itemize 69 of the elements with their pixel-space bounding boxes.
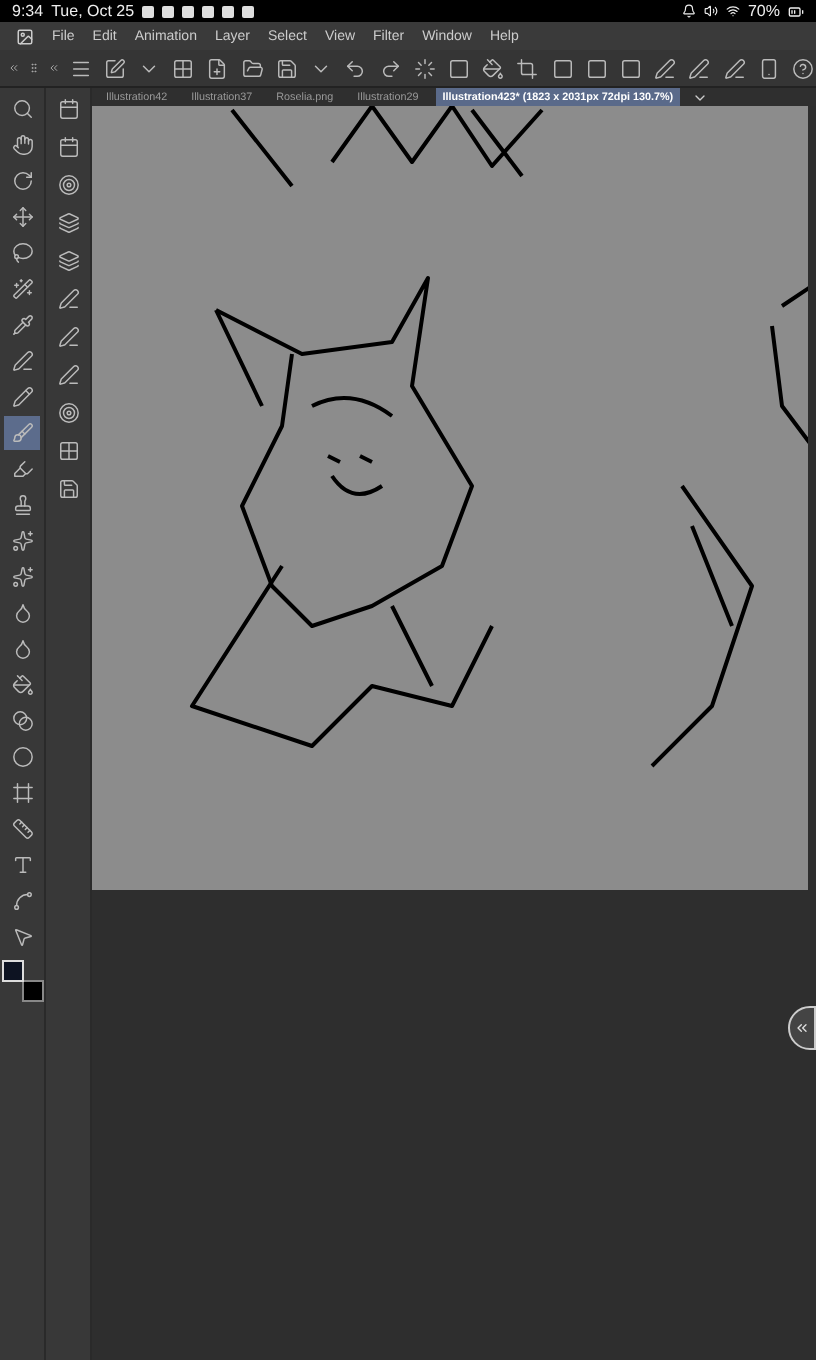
layers-icon	[57, 212, 79, 234]
sparkle-icon	[11, 566, 33, 588]
clock: 9:34	[12, 2, 44, 20]
spinner-icon	[413, 57, 436, 79]
wand-icon	[11, 278, 33, 300]
redo-icon	[379, 57, 401, 79]
sub-color-swatch[interactable]	[22, 980, 44, 1002]
drop-icon	[11, 602, 33, 624]
pen-icon	[57, 326, 79, 348]
collapse-icon[interactable]	[8, 60, 20, 76]
ruler-icon	[11, 818, 33, 840]
sound-icon	[703, 4, 718, 18]
folder-icon	[241, 57, 264, 79]
bucket-icon	[11, 674, 33, 696]
frame-icon	[11, 782, 33, 804]
battery-level: 70%	[747, 2, 780, 20]
lasso-icon	[11, 242, 33, 264]
search-icon	[11, 98, 33, 120]
text-icon	[11, 854, 33, 876]
date: Tue, Oct 25	[51, 2, 135, 20]
pen-icon	[57, 364, 79, 386]
canvas[interactable]	[92, 106, 808, 890]
circle-icon	[11, 746, 33, 768]
wifi-icon	[725, 4, 740, 18]
target-icon	[57, 174, 79, 196]
move-icon	[11, 206, 33, 228]
panel-handle[interactable]	[788, 1006, 816, 1050]
help-icon	[791, 57, 814, 79]
grid-icon	[172, 57, 195, 79]
undo-icon	[344, 57, 367, 79]
bucket-icon	[482, 57, 505, 79]
marker-icon	[11, 458, 33, 480]
layers-icon	[57, 250, 79, 272]
new-file-icon	[206, 57, 229, 79]
drop-icon	[11, 638, 33, 660]
pen-icon	[688, 57, 711, 79]
square-icon	[619, 57, 642, 79]
square-icon	[447, 57, 470, 79]
collapse-icon[interactable]	[47, 60, 60, 76]
phone-icon	[757, 57, 780, 79]
pen-icon	[654, 57, 677, 79]
collapse-icon	[794, 1020, 810, 1036]
square-icon	[585, 57, 608, 79]
menu-icon	[69, 57, 92, 79]
rotate-icon	[11, 170, 33, 192]
calendar-icon	[57, 136, 79, 158]
crop-icon	[516, 57, 539, 79]
hand-icon	[11, 134, 33, 156]
brush-icon	[11, 422, 33, 444]
eyedropper-icon	[11, 314, 33, 336]
save-icon	[57, 478, 79, 500]
save-icon	[275, 57, 298, 79]
square-icon	[551, 57, 574, 79]
pencil-icon	[11, 386, 33, 408]
sparkle-icon	[11, 530, 33, 552]
pen-icon	[57, 288, 79, 310]
curve-icon	[11, 890, 33, 912]
pen-icon	[11, 350, 33, 372]
battery-icon	[788, 3, 804, 19]
calendar-icon	[57, 98, 79, 120]
target-icon	[57, 402, 79, 424]
square-pen-icon	[103, 57, 126, 79]
notification-icon	[681, 4, 696, 18]
tool-button[interactable]	[4, 416, 40, 450]
grid-icon	[57, 440, 79, 462]
stamp-icon	[11, 494, 33, 516]
pointer-icon	[11, 926, 33, 948]
main-color-swatch[interactable]	[2, 960, 24, 982]
pen-icon	[723, 57, 746, 79]
